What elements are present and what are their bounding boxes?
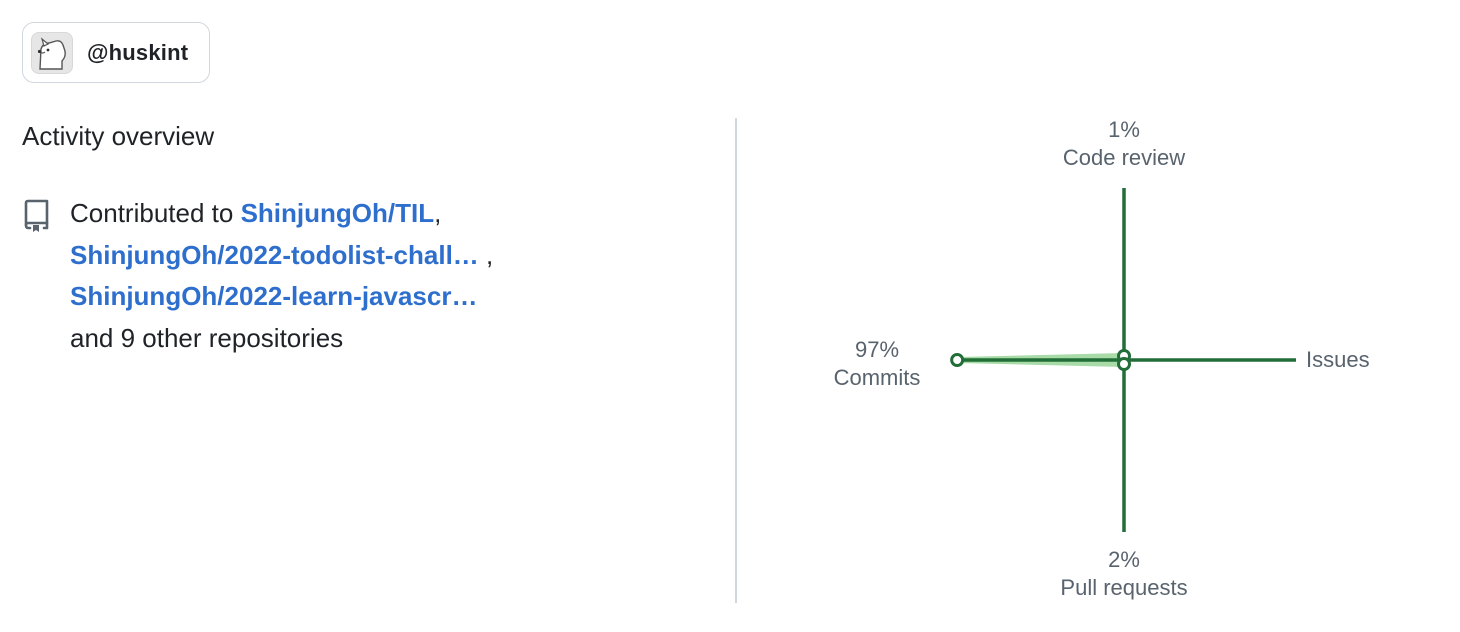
repo-separator: ,	[434, 198, 442, 228]
repo-separator: ,	[486, 239, 494, 270]
username: @huskint	[87, 39, 189, 65]
activity-radar-chart: 1% Code review Issues 2% Pull requests 9…	[740, 110, 1460, 620]
contribution-line-4: and 9 other repositories	[70, 318, 670, 360]
contribution-summary: Contributed to ShinjungOh/TIL, ShinjungO…	[70, 193, 670, 359]
code-review-percent: 1%	[1108, 117, 1140, 142]
pull-requests-point	[1117, 357, 1131, 371]
section-divider	[735, 118, 737, 603]
repo-link-learn-javascript[interactable]: ShinjungOh/2022-learn-javascr…	[70, 281, 477, 311]
avatar	[31, 31, 73, 74]
commits-percent: 97%	[854, 337, 900, 362]
contribution-line-2: ShinjungOh/2022-todolist-chall… ,	[70, 235, 670, 277]
pull-requests-name: Pull requests	[1060, 575, 1188, 600]
repo-link-todolist[interactable]: ShinjungOh/2022-todolist-chall…	[70, 240, 479, 270]
pull-requests-label: 2% Pull requests	[1024, 546, 1224, 602]
other-repositories-text: and 9 other repositories	[70, 322, 344, 353]
activity-overview-page: @huskint Activity overview Contributed t…	[0, 0, 1460, 632]
code-review-name: Code review	[1062, 145, 1186, 170]
contribution-line-1: Contributed to ShinjungOh/TIL,	[70, 193, 670, 235]
activity-overview-title: Activity overview	[22, 121, 215, 151]
pull-requests-percent: 2%	[1108, 547, 1140, 572]
user-chip[interactable]: @huskint	[22, 22, 210, 83]
commits-name: Commits	[833, 365, 921, 390]
repo-icon	[24, 199, 49, 232]
issues-label: Issues	[1306, 346, 1396, 374]
husky-avatar-icon	[37, 36, 66, 70]
code-review-label: 1% Code review	[1024, 116, 1224, 172]
issues-name: Issues	[1306, 347, 1370, 372]
repo-link-til[interactable]: ShinjungOh/TIL	[241, 198, 435, 228]
contribution-line-3: ShinjungOh/2022-learn-javascr…	[70, 276, 670, 318]
contributed-prefix: Contributed to	[70, 198, 241, 228]
commits-label: 97% Commits	[797, 336, 957, 392]
